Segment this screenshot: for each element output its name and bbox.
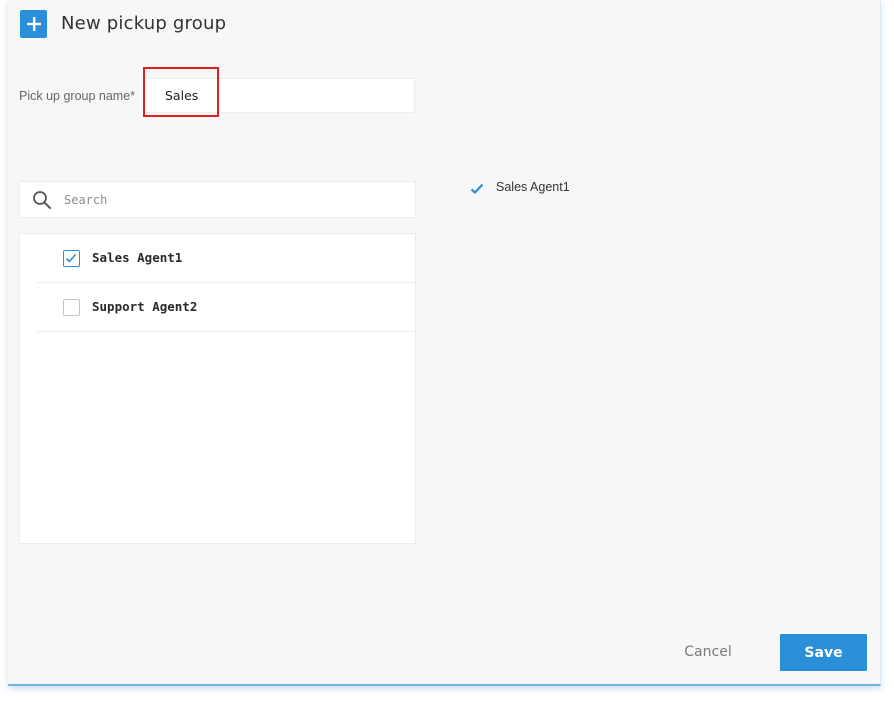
checkbox-sales-agent1[interactable] [63,250,80,267]
agent-list: Sales Agent1 Support Agent2 [19,233,416,544]
list-item-label: Sales Agent1 [92,250,183,265]
checkmark-icon [470,181,484,195]
search-icon [32,190,52,210]
list-item-label: Support Agent2 [92,299,198,314]
search-input[interactable] [64,190,394,210]
new-pickup-group-dialog: New pickup group Pick up group name* Sal… [8,0,881,686]
cancel-button[interactable]: Cancel [668,634,748,670]
selected-agent-label: Sales Agent1 [496,180,570,194]
checkbox-support-agent2[interactable] [63,299,80,316]
list-item-sales-agent1[interactable]: Sales Agent1 [37,234,416,283]
save-button[interactable]: Save [780,634,867,671]
plus-icon[interactable] [20,10,47,38]
group-name-label: Pick up group name* [19,89,136,103]
list-item-support-agent2[interactable]: Support Agent2 [37,283,416,332]
highlight-box [143,67,219,117]
dialog-title: New pickup group [61,13,227,34]
